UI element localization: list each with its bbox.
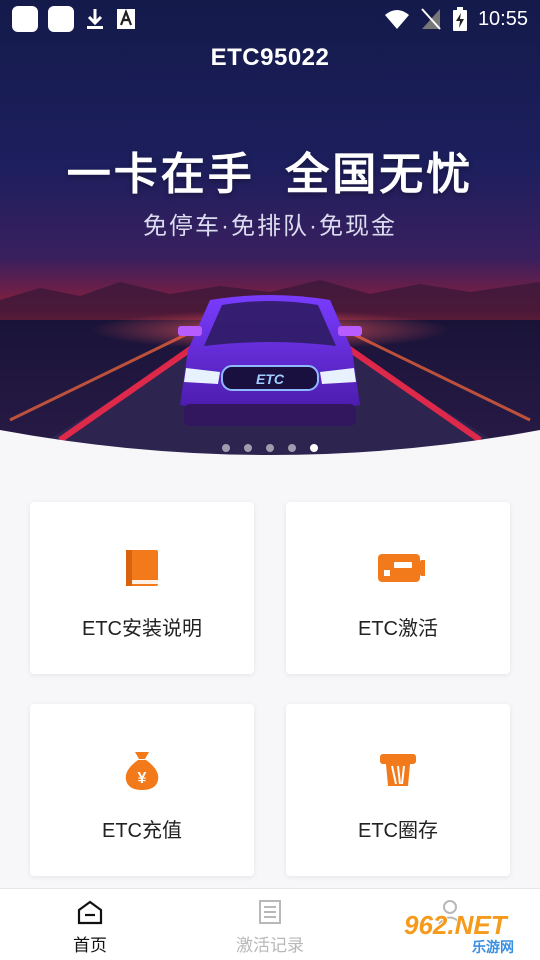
- svg-text:962.NET: 962.NET: [404, 910, 509, 940]
- battery-charging-icon: [452, 7, 467, 31]
- card-dispenser-icon: [380, 754, 416, 786]
- menu-install-guide[interactable]: ETC安装说明: [30, 502, 254, 674]
- svg-text:¥: ¥: [138, 770, 147, 787]
- carousel-indicator[interactable]: [0, 444, 540, 452]
- document-icon: [259, 900, 281, 924]
- carousel-dot[interactable]: [266, 444, 274, 452]
- nav-activation-records[interactable]: 激活记录: [180, 889, 360, 960]
- menu-label: ETC圈存: [358, 820, 438, 842]
- carousel-dot-active[interactable]: [310, 444, 318, 452]
- svg-text:ETC: ETC: [256, 371, 285, 387]
- car-illustration: ETC: [178, 295, 362, 426]
- nav-home[interactable]: 首页: [0, 889, 180, 960]
- hero-banner[interactable]: ETC 10:55 ETC95022 一卡在手 全国无忧 免停车·免排队·免现金: [0, 0, 540, 470]
- watermark-logo: 962.NET 乐游网: [403, 909, 514, 954]
- download-icon: [87, 9, 103, 29]
- home-icon: [77, 900, 103, 925]
- wifi-icon: [384, 10, 409, 29]
- menu-label: ETC充值: [102, 820, 182, 842]
- menu-label: ETC安装说明: [82, 618, 202, 640]
- status-bar: 10:55: [0, 0, 540, 38]
- money-bag-icon: ¥: [125, 752, 159, 790]
- card-icon: [378, 554, 425, 582]
- font-icon: [117, 8, 135, 29]
- nav-label: 首页: [73, 936, 107, 955]
- menu-activate[interactable]: ETC激活: [286, 502, 510, 674]
- status-time: 10:55: [477, 7, 528, 30]
- app-square-icon: [48, 6, 74, 32]
- carousel-dot[interactable]: [222, 444, 230, 452]
- carousel-dot[interactable]: [288, 444, 296, 452]
- menu-label: ETC激活: [358, 618, 438, 640]
- app-square-icon: [12, 6, 38, 32]
- menu-load[interactable]: ETC圈存: [286, 704, 510, 876]
- carousel-dot[interactable]: [244, 444, 252, 452]
- no-signal-icon: [421, 8, 441, 30]
- page-title: ETC95022: [210, 44, 330, 71]
- menu-recharge[interactable]: ¥ ETC充值: [30, 704, 254, 876]
- book-icon: [126, 550, 158, 586]
- svg-text:乐游网: 乐游网: [472, 939, 514, 954]
- banner-slogan: 一卡在手 全国无忧: [66, 150, 474, 199]
- nav-label: 激活记录: [236, 936, 304, 955]
- banner-subslogan: 免停车·免排队·免现金: [143, 213, 397, 240]
